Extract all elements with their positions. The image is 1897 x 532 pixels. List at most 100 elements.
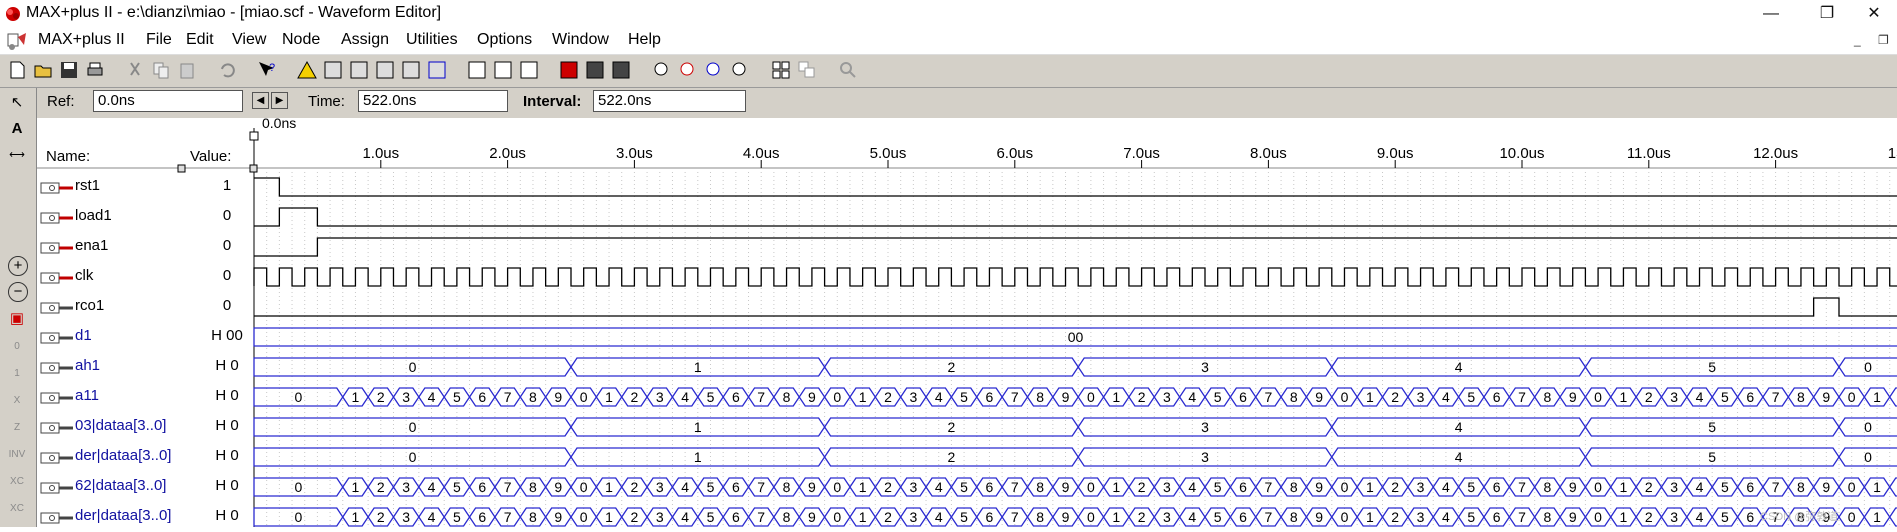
bus-value-label: 1: [605, 509, 613, 525]
bus-value-label: 9: [554, 479, 562, 495]
bus-value-label: 0: [1594, 389, 1602, 405]
bus-value-label: 4: [1696, 479, 1704, 495]
bus-value-label: 2: [377, 509, 385, 525]
group-pin-icon: [40, 511, 74, 529]
bus-value-label: 1: [605, 389, 613, 405]
bus-value-label: 8: [783, 509, 791, 525]
bus-value-label: 5: [707, 479, 715, 495]
bus-value-label: 5: [1467, 479, 1475, 495]
signal-value: 0: [222, 207, 232, 224]
bus-value-label: 0: [409, 449, 417, 465]
bus-value-label: 9: [1569, 389, 1577, 405]
bus-value-label: 5: [453, 509, 461, 525]
bus-value-label: 1: [859, 389, 867, 405]
bus-value-label: 7: [1265, 479, 1273, 495]
bus-value-label: 2: [1645, 389, 1653, 405]
signal-row[interactable]: d1 H 00: [37, 322, 252, 352]
bus-value-label: 6: [1746, 479, 1754, 495]
bus-value-label: 2: [948, 449, 956, 465]
bus-value-label: 0: [1864, 419, 1872, 435]
signal-row[interactable]: 62|dataa[3..0] H 0: [37, 472, 252, 502]
bus-value-label: 9: [554, 509, 562, 525]
clock-wave: [253, 267, 1897, 287]
signal-row[interactable]: rst1 1: [37, 172, 252, 202]
signal-row[interactable]: rco1 0: [37, 292, 252, 322]
bus-value-label: 8: [1797, 479, 1805, 495]
bus-value-label: 7: [1518, 479, 1526, 495]
bus-value-label: 6: [1493, 479, 1501, 495]
bus-value-label: 7: [1265, 509, 1273, 525]
bus-value-label: 0: [1864, 359, 1872, 375]
bus-value-label: 4: [935, 509, 943, 525]
bus-value-label: 6: [1239, 389, 1247, 405]
time-tick-label: 13.0: [1888, 145, 1897, 162]
signal-wave: [254, 237, 1897, 257]
bus-value-label: 3: [1201, 449, 1209, 465]
bus-value-label: 5: [453, 479, 461, 495]
bus-value-label: 5: [707, 389, 715, 405]
signal-value: H 0: [215, 357, 239, 374]
signal-row[interactable]: ah1 H 0: [37, 352, 252, 382]
signal-wave: [254, 177, 1897, 197]
bus-value-label: 6: [478, 479, 486, 495]
bus-value-label: 9: [1569, 479, 1577, 495]
bus-value-label: 3: [1163, 509, 1171, 525]
bus-value-label: 7: [1011, 479, 1019, 495]
bus-value-label: 6: [1493, 389, 1501, 405]
ref-marker-handle: [249, 131, 259, 141]
bus-value-label: 2: [377, 479, 385, 495]
signal-value: 1: [222, 177, 232, 194]
bus-value-label: 0: [1594, 509, 1602, 525]
bus-value-label: 5: [960, 479, 968, 495]
signal-value: H 00: [211, 327, 243, 344]
signal-row[interactable]: a11 H 0: [37, 382, 252, 412]
signal-row[interactable]: der|dataa[3..0] H 0: [37, 502, 252, 532]
bus-value-label: 5: [453, 389, 461, 405]
bus-segment: [1888, 477, 1897, 497]
bus-value-label: 3: [656, 509, 664, 525]
bus-value-label: 0: [1341, 389, 1349, 405]
bus-value-label: 9: [1822, 389, 1830, 405]
bus-value-label: 2: [948, 359, 956, 375]
bus-value-label: 0: [409, 359, 417, 375]
signal-name: der|dataa[3..0]: [75, 507, 172, 524]
time-tick-label: 11.0us: [1627, 145, 1671, 162]
bus-value-label: 0: [580, 479, 588, 495]
signal-row[interactable]: load1 0: [37, 202, 252, 232]
bus-value-label: 8: [529, 479, 537, 495]
bus-value-label: 7: [1772, 479, 1780, 495]
bus-value-label: 8: [1290, 479, 1298, 495]
signal-value: H 0: [215, 387, 239, 404]
group-pin-icon: [40, 451, 74, 469]
bus-value-label: 8: [1036, 509, 1044, 525]
bus-value-label: 4: [1455, 419, 1463, 435]
signal-name: ah1: [75, 357, 101, 374]
bus-value-label: 3: [656, 389, 664, 405]
bus-value-label: 2: [1138, 509, 1146, 525]
bus-value-label: 2: [377, 389, 385, 405]
bus-value-label: 2: [1645, 509, 1653, 525]
signal-name: 62|dataa[3..0]: [75, 477, 167, 494]
bus-value-label: 3: [1163, 389, 1171, 405]
bus-value-label: 2: [1391, 479, 1399, 495]
group-pin-icon: [40, 481, 74, 499]
signal-name: der|dataa[3..0]: [75, 447, 172, 464]
bus-value-label: 4: [681, 479, 689, 495]
signal-row[interactable]: clk 0: [37, 262, 252, 292]
bus-value-label: 1: [859, 509, 867, 525]
waveform-canvas[interactable]: 0.0ns 1.0us 2.0us 3.0us 4.0us 5.0us 6.0us 7.0us…: [0, 0, 1897, 527]
signal-row[interactable]: ena1 0: [37, 232, 252, 262]
signal-row[interactable]: 03|dataa[3..0] H 0: [37, 412, 252, 442]
bus-value-label: 3: [1163, 479, 1171, 495]
bus-value-label: 1: [694, 359, 702, 375]
bus-value-label: 0: [1594, 479, 1602, 495]
bus-value-label: 9: [1315, 389, 1323, 405]
bus-value-label: 2: [631, 479, 639, 495]
bus-value-label: 1: [1112, 479, 1120, 495]
bus-value-label: 1: [694, 419, 702, 435]
signal-value: 0: [222, 237, 232, 254]
bus-value-label: 9: [1062, 509, 1070, 525]
signal-row[interactable]: der|dataa[3..0] H 0: [37, 442, 252, 472]
bus-value-label: 1: [1873, 389, 1881, 405]
bus-value-label: 0: [294, 389, 302, 405]
